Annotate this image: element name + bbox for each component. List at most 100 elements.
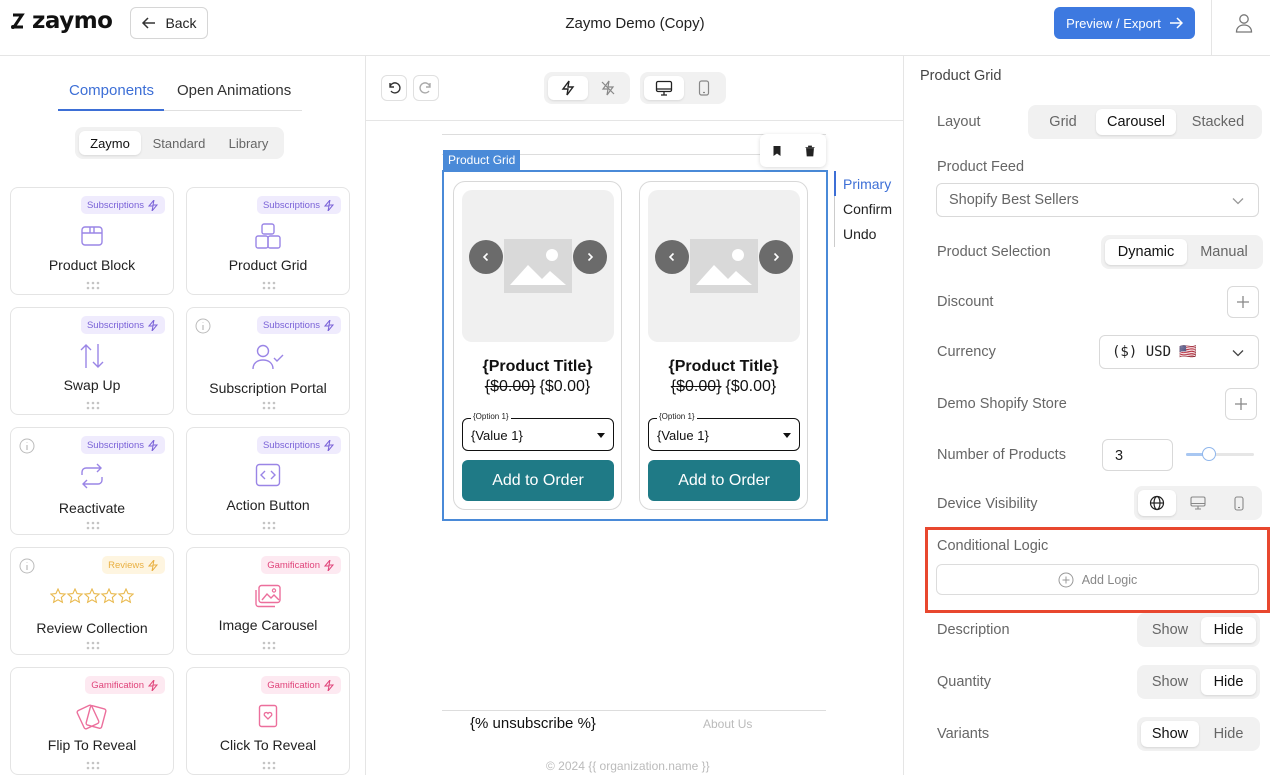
redo-icon [419, 82, 431, 94]
product-feed-select[interactable]: Shopify Best Sellers [936, 183, 1259, 217]
card-label: Image Carousel [218, 617, 318, 633]
product-selection-segmented-control: Dynamic Manual [1101, 235, 1263, 269]
redo-button[interactable] [413, 75, 439, 101]
logo-text: zaymo [32, 8, 113, 34]
back-button[interactable]: Back [130, 7, 208, 39]
globe-icon [1149, 495, 1165, 511]
variants-show[interactable]: Show [1141, 721, 1199, 747]
carousel-prev-button[interactable] [655, 240, 689, 274]
description-hide[interactable]: Hide [1201, 617, 1256, 643]
tab-components[interactable]: Components [69, 82, 154, 99]
component-card-click-to-reveal[interactable]: Gamification Click To Reveal [186, 667, 350, 775]
animations-on-button[interactable] [548, 76, 588, 100]
drag-handle-icon[interactable] [262, 761, 276, 770]
add-logic-button[interactable]: Add Logic [936, 564, 1259, 595]
drag-handle-icon[interactable] [86, 521, 100, 530]
code-square-icon [187, 463, 349, 487]
top-header: zaymo Back Zaymo Demo (Copy) Preview / E… [0, 0, 1270, 56]
variant-select[interactable]: {Option 1} {Value 1} [648, 412, 800, 451]
badge-label: Subscriptions [86, 439, 144, 451]
image-placeholder-icon [504, 239, 572, 293]
card-label: Subscription Portal [209, 380, 327, 396]
component-card-flip-to-reveal[interactable]: Gamification Flip To Reveal [10, 667, 174, 775]
drag-handle-icon[interactable] [86, 401, 100, 410]
badge-label: Subscriptions [262, 439, 320, 451]
animations-off-button[interactable] [588, 76, 628, 100]
state-primary[interactable]: Primary [843, 176, 891, 192]
plus-icon [1235, 398, 1247, 410]
desktop-icon [655, 80, 673, 96]
card-label: Click To Reveal [219, 737, 317, 753]
chevron-right-icon [773, 252, 780, 262]
component-card-action-button[interactable]: Subscriptions Action Button [186, 427, 350, 535]
zaymo-logo[interactable]: zaymo [10, 8, 113, 34]
bookmark-icon[interactable] [771, 145, 783, 157]
component-card-reactivate[interactable]: Subscriptions Reactivate [10, 427, 174, 535]
card-label: Review Collection [36, 620, 148, 636]
component-card-swap-up[interactable]: Subscriptions Swap Up [10, 307, 174, 415]
layout-option-carousel[interactable]: Carousel [1096, 109, 1176, 135]
drag-handle-icon[interactable] [86, 281, 100, 290]
drag-handle-icon[interactable] [86, 641, 100, 650]
visibility-desktop[interactable] [1178, 490, 1218, 516]
variant-select[interactable]: {Option 1} {Value 1} [462, 412, 614, 451]
component-card-image-carousel[interactable]: Gamification Image Carousel [186, 547, 350, 655]
component-card-product-block[interactable]: Subscriptions Product Block [10, 187, 174, 295]
drag-handle-icon[interactable] [262, 641, 276, 650]
state-undo[interactable]: Undo [843, 226, 876, 242]
segment-library[interactable]: Library [217, 131, 280, 155]
visibility-mobile[interactable] [1220, 490, 1258, 516]
segment-standard[interactable]: Standard [143, 131, 215, 155]
badge-label: Subscriptions [86, 319, 144, 331]
info-icon[interactable] [19, 558, 35, 574]
currency-select[interactable]: ($) USD 🇺🇸 [1099, 335, 1259, 369]
carousel-prev-button[interactable] [469, 240, 503, 274]
zaymo-logo-mark-icon [11, 13, 25, 29]
footer-unsubscribe[interactable]: {% unsubscribe %} [470, 715, 596, 732]
drag-handle-icon[interactable] [262, 281, 276, 290]
trash-icon[interactable] [804, 145, 816, 157]
layout-option-grid[interactable]: Grid [1032, 109, 1094, 135]
quantity-hide[interactable]: Hide [1201, 669, 1256, 695]
drag-handle-icon[interactable] [262, 521, 276, 530]
number-of-products-slider[interactable] [1186, 446, 1254, 462]
footer-about-link[interactable]: About Us [703, 717, 752, 731]
currency-value: ($) USD 🇺🇸 [1112, 344, 1197, 360]
undo-button[interactable] [381, 75, 407, 101]
add-to-order-button[interactable]: Add to Order [462, 460, 614, 501]
number-of-products-input[interactable]: 3 [1102, 439, 1173, 471]
layout-option-stacked[interactable]: Stacked [1178, 109, 1258, 135]
lightning-icon [148, 319, 159, 331]
desktop-preview-button[interactable] [644, 76, 684, 100]
visibility-all-devices[interactable] [1138, 490, 1176, 516]
component-card-review-collection[interactable]: Reviews Review Collection [10, 547, 174, 655]
add-demo-store-button[interactable] [1225, 388, 1257, 420]
add-discount-button[interactable] [1227, 286, 1259, 318]
preview-export-button[interactable]: Preview / Export [1054, 7, 1195, 39]
carousel-next-button[interactable] [573, 240, 607, 274]
drag-handle-icon[interactable] [262, 401, 276, 410]
state-confirm[interactable]: Confirm [843, 201, 892, 217]
selection-option-dynamic[interactable]: Dynamic [1105, 239, 1187, 265]
heart-tag-icon [187, 704, 349, 728]
tab-open-animations[interactable]: Open Animations [177, 82, 291, 99]
mobile-preview-button[interactable] [684, 76, 724, 100]
info-icon[interactable] [195, 318, 211, 334]
user-account-icon[interactable] [1235, 13, 1253, 33]
carousel-next-button[interactable] [759, 240, 793, 274]
component-card-subscription-portal[interactable]: Subscriptions Subscription Portal [186, 307, 350, 415]
add-to-order-button[interactable]: Add to Order [648, 460, 800, 501]
quantity-show[interactable]: Show [1141, 669, 1199, 695]
drag-handle-icon[interactable] [86, 761, 100, 770]
description-show[interactable]: Show [1141, 617, 1199, 643]
slider-thumb[interactable] [1202, 447, 1216, 461]
discount-label: Discount [937, 294, 994, 310]
info-icon[interactable] [19, 438, 35, 454]
component-card-product-grid[interactable]: Subscriptions Product Grid [186, 187, 350, 295]
document-title[interactable]: Zaymo Demo (Copy) [565, 15, 704, 32]
segment-zaymo[interactable]: Zaymo [79, 131, 141, 155]
plus-icon [1237, 296, 1249, 308]
device-preview-group [640, 72, 726, 104]
variants-hide[interactable]: Hide [1201, 721, 1256, 747]
selection-option-manual[interactable]: Manual [1189, 239, 1259, 265]
